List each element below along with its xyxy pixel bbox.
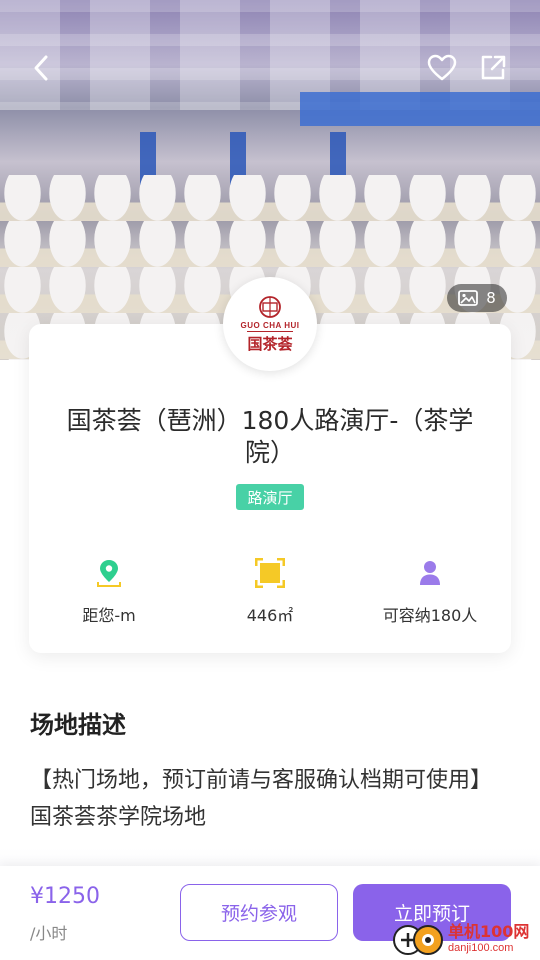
venue-logo: GUO CHA HUI 国茶荟 xyxy=(223,277,317,371)
share-button[interactable] xyxy=(473,48,513,88)
distance-stat: 距您-m xyxy=(34,558,184,626)
description-fade xyxy=(0,848,540,868)
person-icon xyxy=(420,561,440,585)
price-amount: ¥1250 xyxy=(30,884,100,909)
location-pin-icon xyxy=(97,560,121,587)
venue-description: 【热门场地，预订前请与客服确认档期可使用】 国茶荟茶学院场地 xyxy=(30,762,493,836)
capacity-text: 可容纳180人 xyxy=(382,606,478,625)
watermark-url: danji100.com xyxy=(448,942,514,954)
photo-count-badge[interactable]: 8 xyxy=(447,284,507,312)
back-button[interactable] xyxy=(22,48,62,88)
area-stat: 446㎡ xyxy=(195,558,345,626)
photo-count-label: 8 xyxy=(486,289,496,307)
description-line: 国茶荟茶学院场地 xyxy=(30,805,207,830)
logo-chinese-text: 国茶荟 xyxy=(247,330,293,354)
area-size-icon xyxy=(255,558,285,588)
site-watermark: 单机100网 danji100.com xyxy=(392,918,540,960)
area-text: 446㎡ xyxy=(246,606,294,625)
book-visit-button[interactable]: 预约参观 xyxy=(180,884,338,941)
heart-icon xyxy=(427,54,457,81)
image-gallery-icon xyxy=(458,290,479,306)
capacity-stat: 可容纳180人 xyxy=(355,558,505,626)
description-line: 【热门场地，预订前请与客服确认档期可使用】 xyxy=(30,768,493,793)
venue-type-tag: 路演厅 xyxy=(236,484,304,510)
logo-emblem-icon xyxy=(259,295,281,318)
share-icon xyxy=(481,55,506,80)
section-title-description: 场地描述 xyxy=(30,711,126,739)
back-arrow-icon xyxy=(34,55,48,81)
price-unit: /小时 xyxy=(30,924,68,943)
watermark-site-name: 单机100网 xyxy=(448,922,530,941)
watermark-logo-icon xyxy=(392,920,444,958)
logo-english-text: GUO CHA HUI xyxy=(240,320,300,330)
hall-banner xyxy=(300,92,540,126)
venue-title: 国茶荟（琶洲）180人路演厅-（茶学院） xyxy=(66,406,474,467)
favorite-button[interactable] xyxy=(422,48,462,88)
distance-text: 距您-m xyxy=(82,606,136,625)
